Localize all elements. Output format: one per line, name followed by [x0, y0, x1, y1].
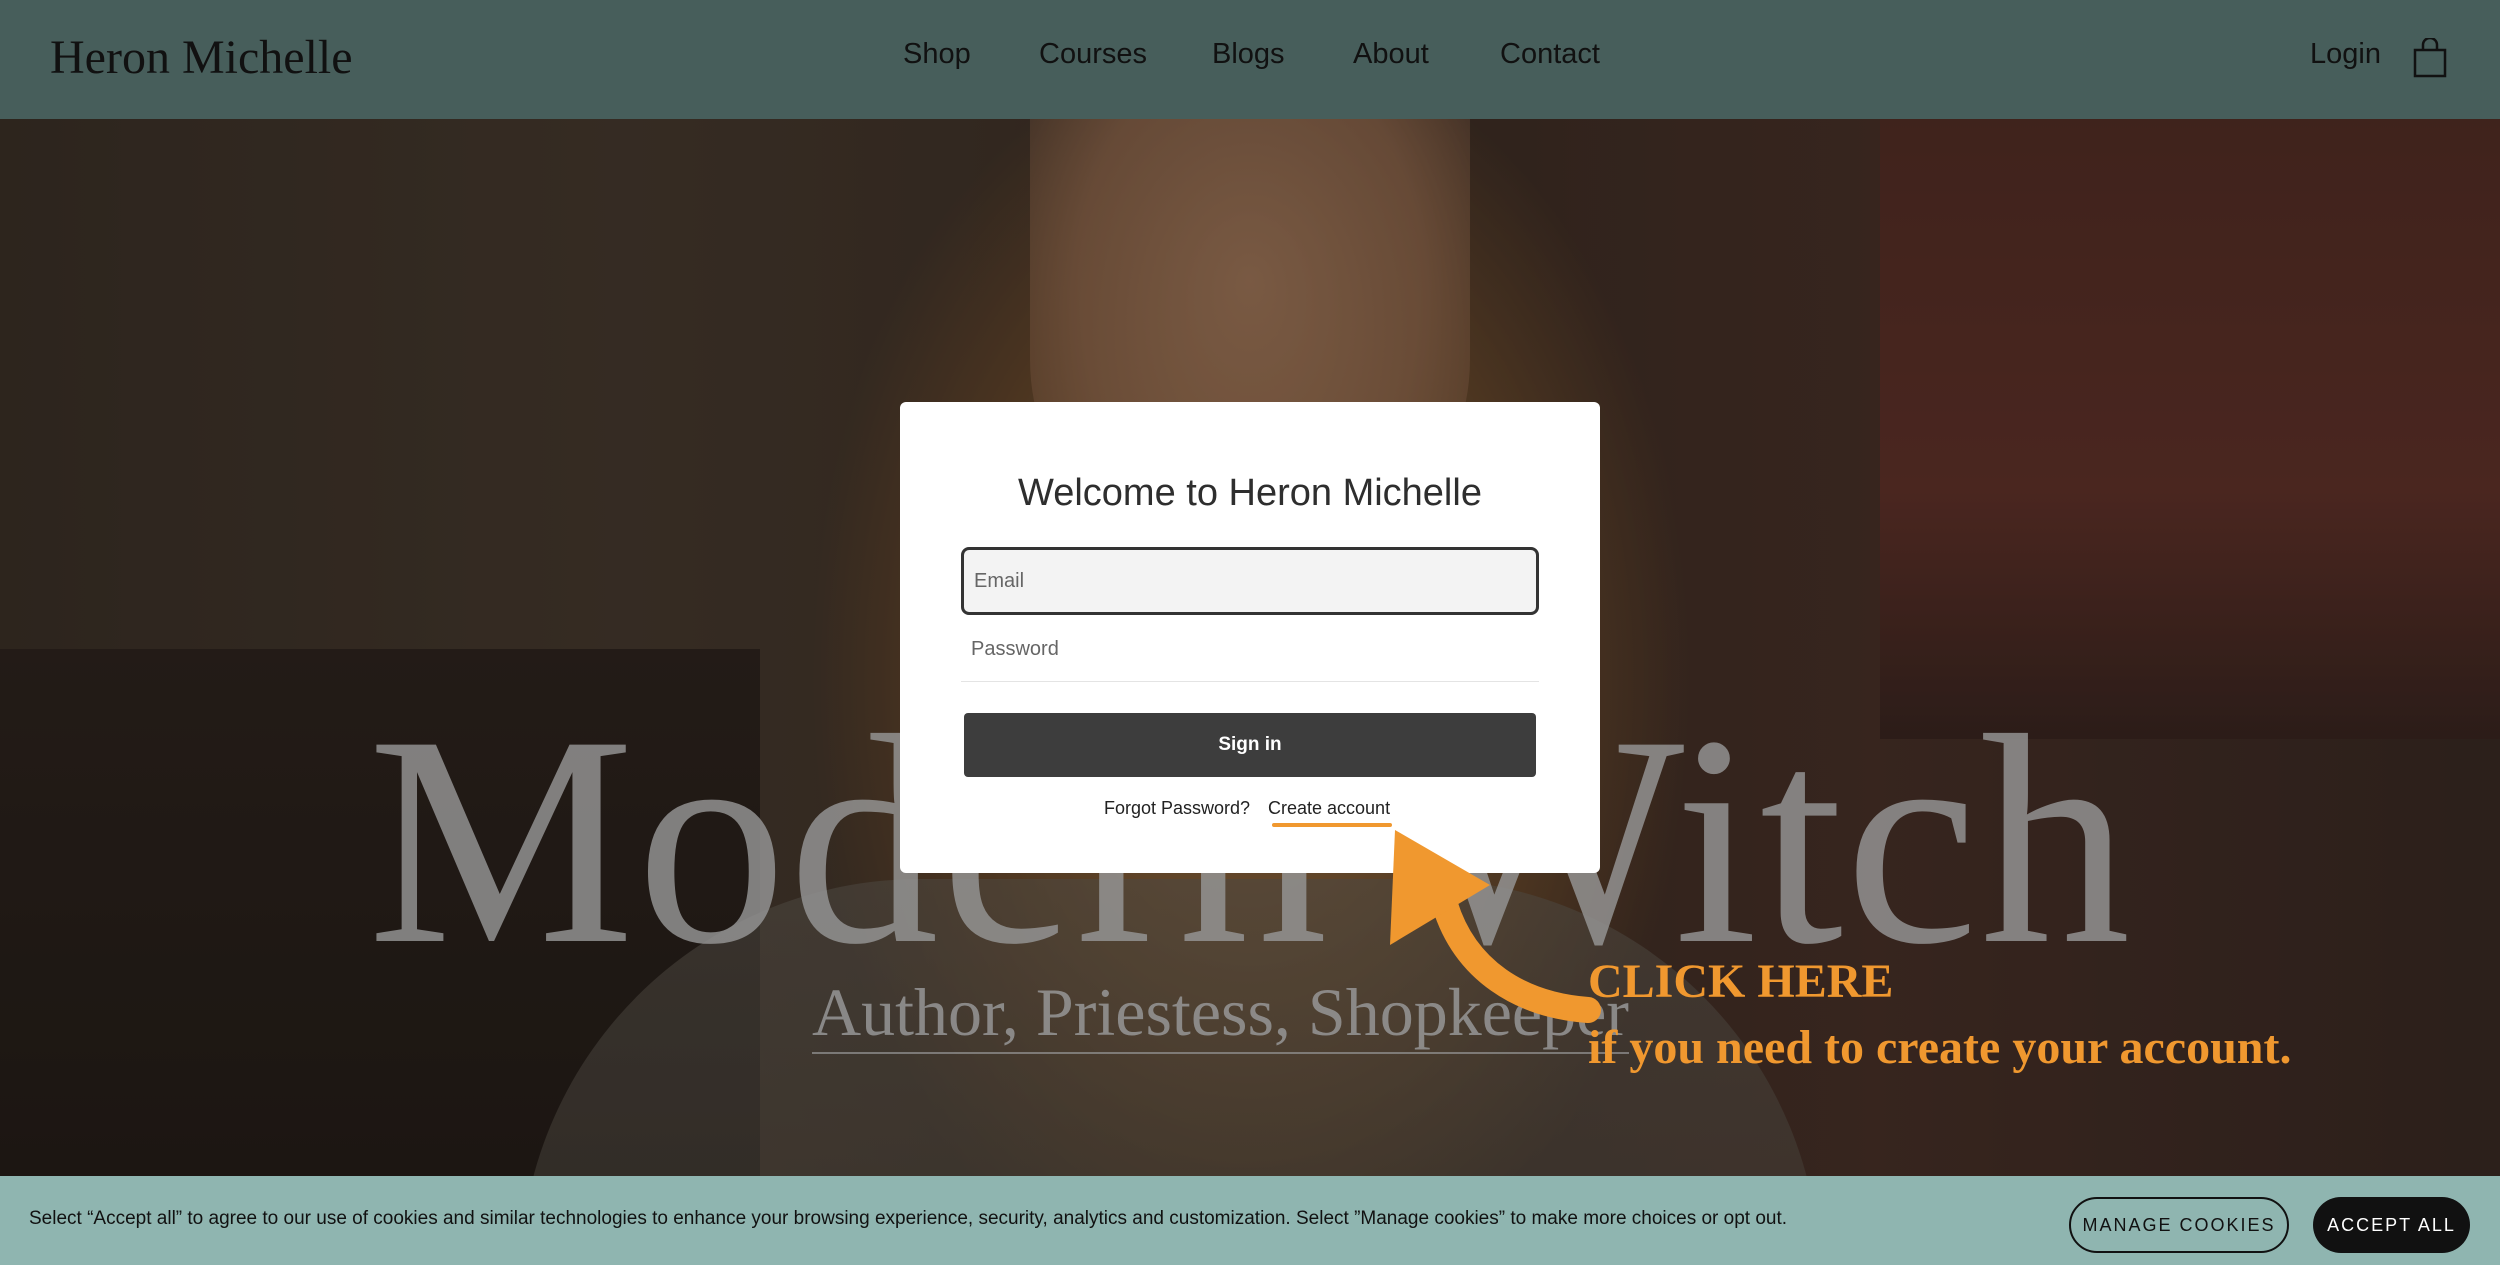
modal-title: Welcome to Heron Michelle — [1018, 472, 1482, 514]
shopping-bag-icon[interactable] — [2412, 38, 2448, 78]
forgot-password-link[interactable]: Forgot Password? — [1104, 798, 1250, 819]
nav-shop[interactable]: Shop — [903, 38, 971, 71]
annotation-heading: CLICK HERE — [1588, 955, 1894, 1008]
password-field[interactable]: Password — [961, 627, 1539, 682]
site-header: Heron Michelle Shop Courses Blogs About … — [0, 0, 2500, 119]
login-modal: Welcome to Heron Michelle Email Password… — [900, 402, 1600, 873]
login-link[interactable]: Login — [2310, 38, 2381, 71]
annotation-subtext: if you need to create your account. — [1588, 1021, 2292, 1074]
nav-about[interactable]: About — [1353, 38, 1429, 71]
email-field[interactable]: Email — [961, 547, 1539, 615]
cookie-text: Select “Accept all” to agree to our use … — [29, 1208, 1788, 1229]
site-logo[interactable]: Heron Michelle — [50, 30, 353, 85]
nav-courses[interactable]: Courses — [1039, 38, 1147, 71]
nav-contact[interactable]: Contact — [1500, 38, 1600, 71]
nav-blogs[interactable]: Blogs — [1212, 38, 1285, 71]
cookie-banner: Select “Accept all” to agree to our use … — [0, 1176, 2500, 1265]
sign-in-button[interactable]: Sign in — [964, 713, 1536, 777]
manage-cookies-button[interactable]: MANAGE COOKIES — [2069, 1197, 2289, 1253]
accept-all-button[interactable]: ACCEPT ALL — [2313, 1197, 2470, 1253]
